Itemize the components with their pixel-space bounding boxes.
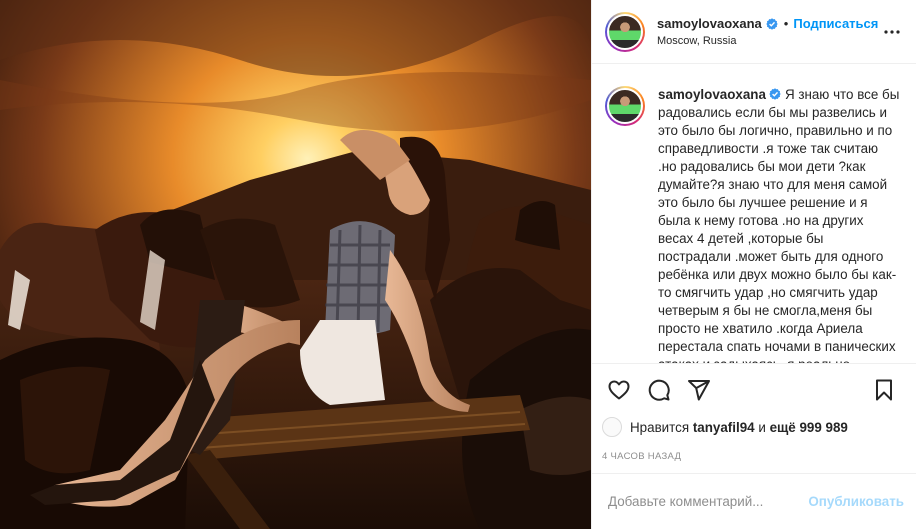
instagram-post: samoylovaoxana • Подписаться Moscow, Rus… (0, 0, 916, 529)
share-icon[interactable] (679, 370, 719, 410)
post-photo-image (0, 0, 591, 529)
caption-text: Я знаю что все бы радовались если бы мы … (658, 87, 900, 363)
caption-section: samoylovaoxana Я знаю что все бы радовали… (592, 64, 916, 363)
post-timestamp[interactable]: 4 часов назад (592, 439, 916, 473)
likes-summary: Нравится tanyafil94 и ещё 999 989 (592, 415, 916, 439)
caption-body: samoylovaoxana Я знаю что все бы радовали… (658, 86, 900, 363)
bookmark-icon[interactable] (864, 370, 904, 410)
caption-username[interactable]: samoylovaoxana (658, 87, 766, 102)
verified-badge-icon (766, 17, 778, 30)
caption-author-avatar[interactable] (605, 86, 645, 126)
add-comment-bar: Опубликовать (592, 473, 916, 529)
post-photo[interactable] (0, 0, 591, 529)
likes-joiner: и (758, 419, 766, 435)
author-avatar[interactable] (605, 11, 645, 52)
post-location[interactable]: Moscow, Russia (657, 35, 880, 47)
separator-dot: • (783, 16, 789, 31)
author-username[interactable]: samoylovaoxana (657, 16, 762, 31)
follow-button[interactable]: Подписаться (793, 16, 878, 31)
author-meta: samoylovaoxana • Подписаться Moscow, Rus… (657, 16, 880, 47)
heart-icon[interactable] (599, 370, 639, 410)
verified-badge-icon (769, 88, 781, 100)
likes-user-link[interactable]: tanyafil94 (693, 420, 755, 435)
likes-count-link[interactable]: ещё 999 989 (770, 420, 848, 435)
comment-icon[interactable] (639, 370, 679, 410)
liker-avatar[interactable] (602, 417, 622, 437)
post-header: samoylovaoxana • Подписаться Moscow, Rus… (592, 0, 916, 64)
more-options-icon[interactable] (880, 20, 904, 44)
post-side-panel: samoylovaoxana • Подписаться Moscow, Rus… (591, 0, 916, 529)
action-bar (592, 363, 916, 415)
likes-prefix: Нравится (630, 419, 690, 435)
comment-input[interactable] (608, 494, 809, 509)
publish-button[interactable]: Опубликовать (808, 494, 904, 509)
